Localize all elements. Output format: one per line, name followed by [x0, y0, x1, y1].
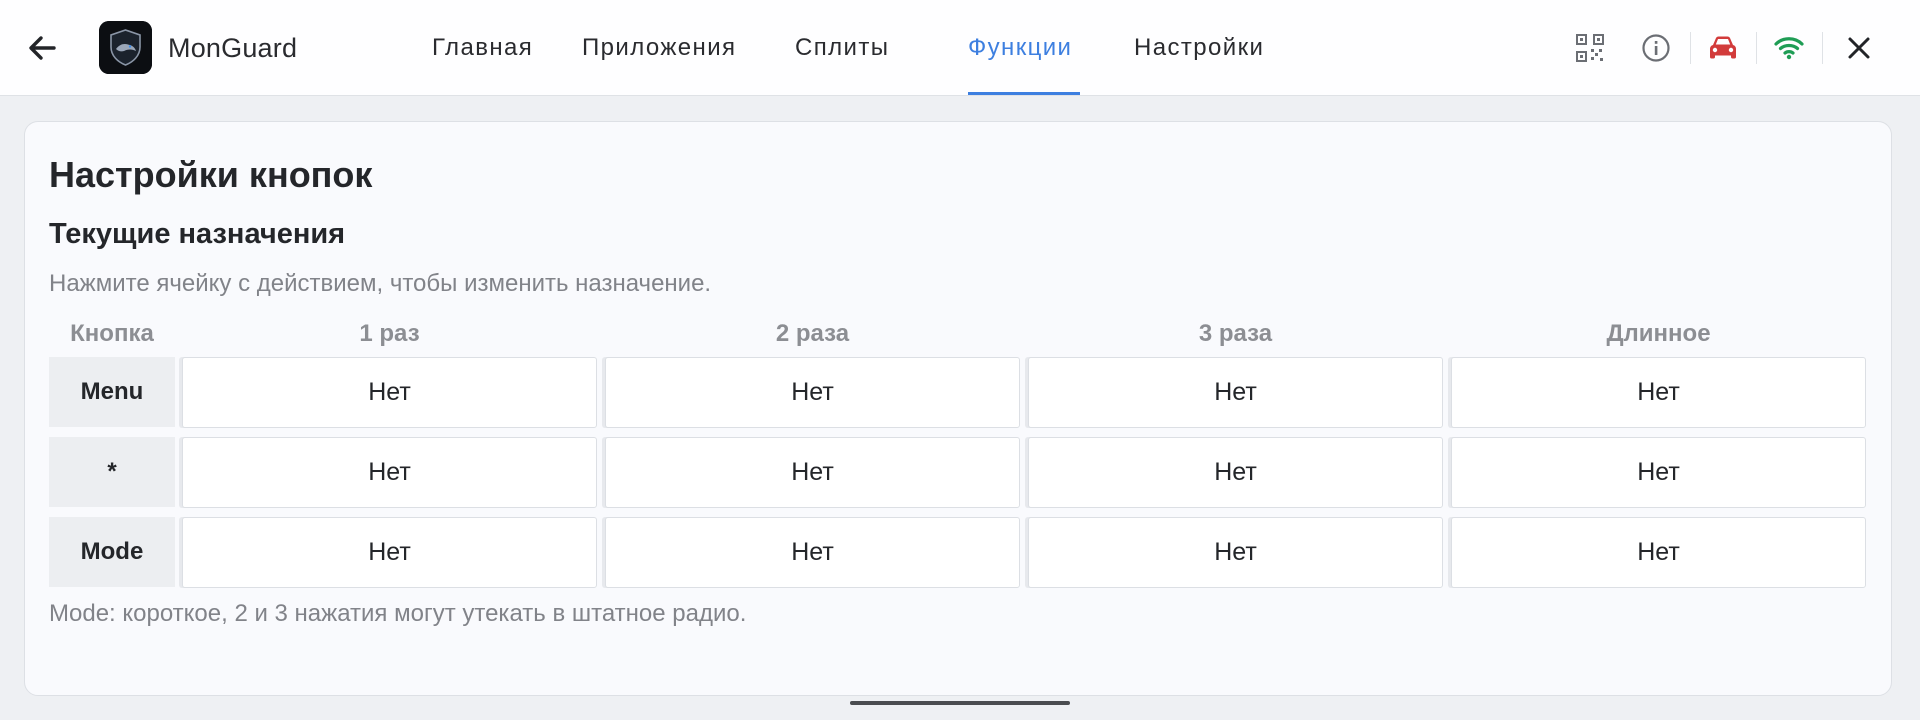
assignment-cell-menu-once[interactable]: Нет: [182, 357, 597, 428]
column-header-button: Кнопка: [70, 320, 154, 347]
tab-home[interactable]: Главная: [432, 34, 533, 62]
app-logo: [99, 21, 152, 74]
qr-code-button[interactable]: [1570, 28, 1610, 68]
car-status-button[interactable]: [1703, 28, 1743, 68]
column-header-twice: 2 раза: [775, 320, 850, 347]
assignment-cell-star-long[interactable]: Нет: [1451, 437, 1866, 508]
assignment-cell-mode-thrice[interactable]: Нет: [1028, 517, 1443, 588]
arrow-left-icon: [29, 36, 56, 60]
app-name: MonGuard: [168, 33, 298, 63]
info-button[interactable]: [1636, 28, 1676, 68]
assignment-cell-menu-twice[interactable]: Нет: [605, 357, 1020, 428]
wifi-icon: [1774, 37, 1804, 60]
row-label-menu: Menu: [49, 357, 175, 427]
row-label-star: *: [49, 437, 175, 507]
assignment-cell-star-once[interactable]: Нет: [182, 437, 597, 508]
assignment-cell-menu-long[interactable]: Нет: [1451, 357, 1866, 428]
column-header-once: 1 раз: [359, 320, 420, 347]
column-header-thrice: 3 раза: [1198, 320, 1273, 347]
section-title: Текущие назначения: [49, 218, 346, 250]
close-button[interactable]: [1839, 28, 1879, 68]
row-label-mode: Mode: [49, 517, 175, 587]
home-indicator[interactable]: [850, 701, 1070, 705]
tab-functions[interactable]: Функции: [968, 34, 1072, 62]
assignment-cell-mode-long[interactable]: Нет: [1451, 517, 1866, 588]
page-title: Настройки кнопок: [49, 154, 373, 195]
qr-code-icon: [1576, 34, 1604, 62]
assignment-cell-mode-twice[interactable]: Нет: [605, 517, 1020, 588]
assignment-cell-star-thrice[interactable]: Нет: [1028, 437, 1443, 508]
column-header-long: Длинное: [1606, 320, 1711, 347]
top-bar: MonGuard Главная Приложения Сплиты Функц…: [0, 0, 1920, 96]
info-icon: [1642, 34, 1670, 62]
back-button[interactable]: [22, 28, 62, 68]
close-icon: [1848, 37, 1870, 59]
tab-apps[interactable]: Приложения: [582, 34, 736, 62]
active-tab-indicator: [968, 92, 1080, 95]
divider: [1822, 32, 1823, 64]
button-settings-card: Настройки кнопок Текущие назначения Нажм…: [24, 121, 1892, 696]
footnote-text: Mode: короткое, 2 и 3 нажатия могут утек…: [49, 600, 747, 627]
car-icon: [1710, 36, 1736, 59]
divider: [1690, 32, 1691, 64]
hint-text: Нажмите ячейку с действием, чтобы измени…: [49, 270, 712, 297]
assignment-cell-star-twice[interactable]: Нет: [605, 437, 1020, 508]
assignment-cell-menu-thrice[interactable]: Нет: [1028, 357, 1443, 428]
assignment-cell-mode-once[interactable]: Нет: [182, 517, 597, 588]
wifi-status-button[interactable]: [1769, 28, 1809, 68]
divider: [1756, 32, 1757, 64]
tab-splits[interactable]: Сплиты: [795, 34, 889, 62]
tab-settings[interactable]: Настройки: [1134, 34, 1264, 62]
